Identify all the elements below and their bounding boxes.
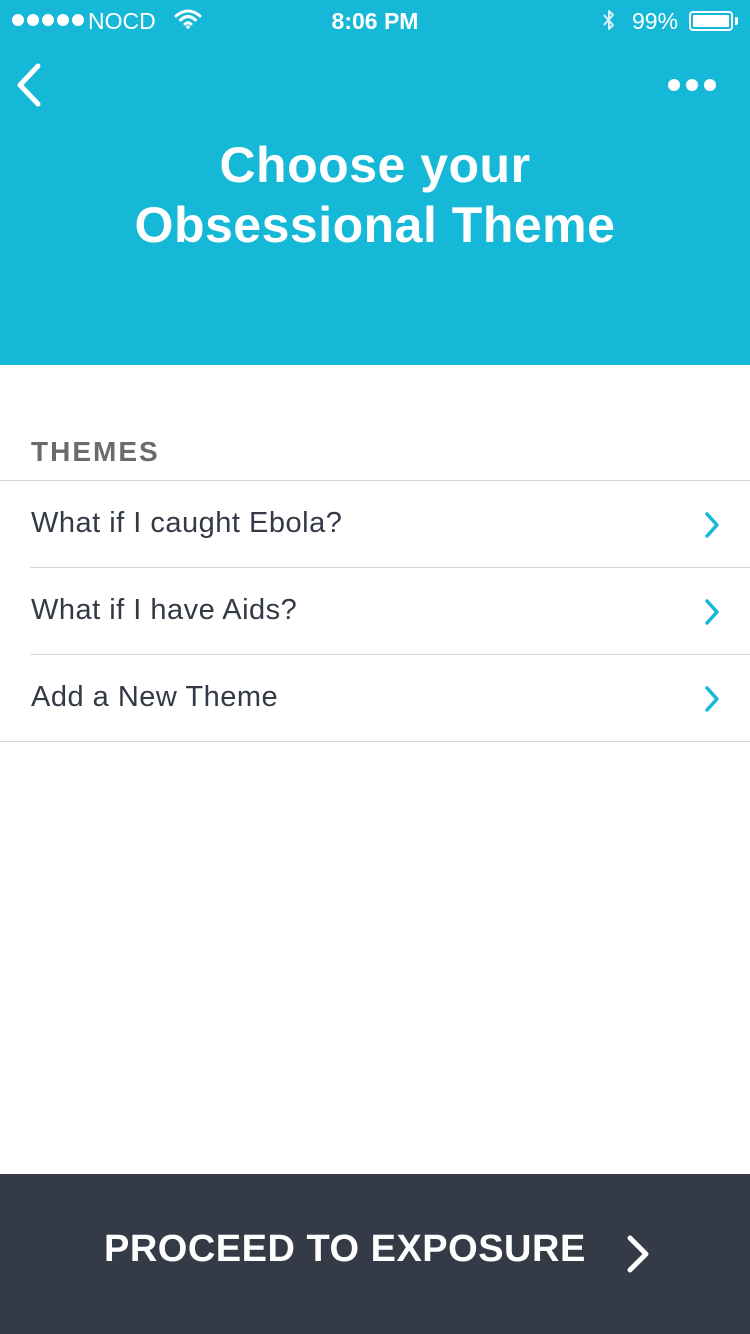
chevron-right-icon: [705, 599, 719, 625]
chevron-left-icon: [17, 63, 41, 107]
list-item[interactable]: What if I have Aids?: [0, 568, 750, 655]
list-item-label: What if I have Aids?: [31, 594, 298, 626]
page-title-line-2: Obsessional Theme: [134, 197, 616, 253]
page-title-line-1: Choose your: [219, 137, 531, 193]
header-bar: NOCD 8:06 PM 99% Choose your Obsessional…: [0, 0, 750, 365]
battery-tip: [735, 17, 738, 25]
chevron-right-icon: [705, 686, 719, 712]
divider: [0, 741, 750, 742]
list-item-label: What if I caught Ebola?: [31, 507, 343, 539]
chevron-right-icon: [627, 1235, 649, 1273]
list-item-label: Add a New Theme: [31, 681, 279, 713]
status-bar: NOCD 8:06 PM 99%: [0, 0, 750, 40]
page-title: Choose your Obsessional Theme: [0, 135, 750, 255]
back-button[interactable]: [8, 58, 58, 114]
battery-level-fill: [693, 15, 729, 27]
list-item[interactable]: What if I caught Ebola?: [0, 481, 750, 568]
proceed-to-exposure-button[interactable]: PROCEED TO EXPOSURE: [0, 1174, 750, 1334]
more-dots-icon: [668, 79, 680, 91]
bluetooth-icon: [600, 8, 618, 40]
battery-percent: 99%: [632, 8, 679, 34]
themes-list: What if I caught Ebola? What if I have A…: [0, 480, 750, 742]
add-new-theme-item[interactable]: Add a New Theme: [0, 655, 750, 742]
themes-section-header: THEMES: [31, 436, 160, 467]
more-options-button[interactable]: [660, 68, 724, 102]
proceed-button-label: PROCEED TO EXPOSURE: [104, 1228, 586, 1270]
chevron-right-icon: [705, 512, 719, 538]
battery-icon: [689, 11, 733, 31]
